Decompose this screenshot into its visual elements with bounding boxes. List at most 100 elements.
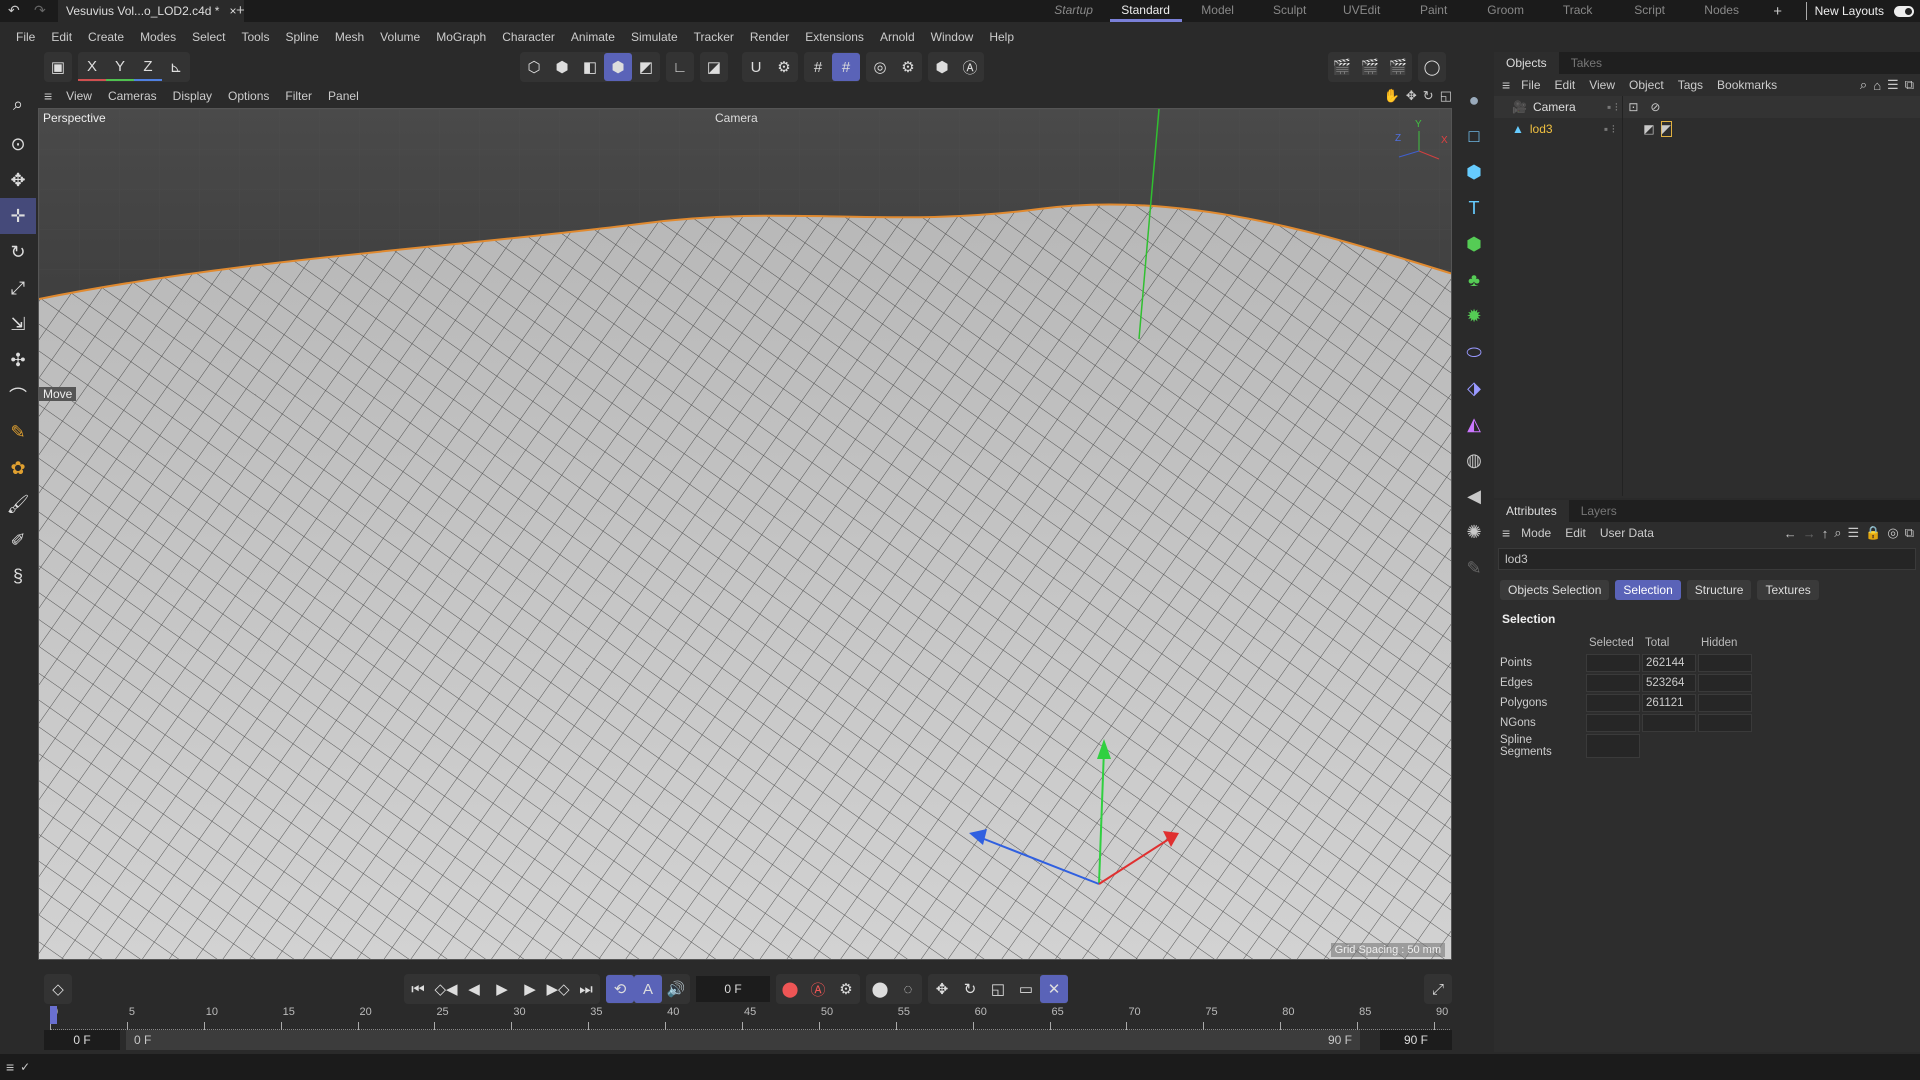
filter-icon[interactable]: ☰ — [1887, 77, 1899, 93]
tab-objects[interactable]: Objects — [1494, 52, 1559, 74]
file-tab[interactable]: Vesuvius Vol...o_LOD2.c4d * × — [58, 0, 245, 22]
redshift-icon[interactable]: ◯ — [1418, 53, 1446, 81]
active-camera-label[interactable]: Camera — [715, 111, 758, 125]
search-icon[interactable]: ⌕ — [1834, 525, 1841, 541]
prev-key-icon[interactable]: ◇◀ — [432, 975, 460, 1003]
null-object-icon[interactable]: ● — [1458, 82, 1490, 118]
protection-tag-icon[interactable]: ⊘ — [1650, 100, 1660, 114]
pan-icon[interactable]: ✋ — [1384, 88, 1400, 104]
layout-tab-standard[interactable]: Standard — [1109, 0, 1182, 22]
menu-mesh[interactable]: Mesh — [327, 30, 372, 44]
layout-tab-script[interactable]: Script — [1614, 0, 1686, 22]
new-window-icon[interactable]: ⧉ — [1905, 525, 1914, 541]
menu-spline[interactable]: Spline — [277, 30, 326, 44]
layout-tab-sculpt[interactable]: Sculpt — [1254, 0, 1326, 22]
viewport-hamburger-icon[interactable]: ≡ — [38, 88, 58, 104]
loop-icon[interactable]: ⟲ — [606, 975, 634, 1003]
snap-settings-icon[interactable]: ⚙ — [770, 53, 798, 81]
subtab-selection[interactable]: Selection — [1615, 580, 1681, 600]
go-to-start-icon[interactable]: ⏮ — [404, 975, 432, 1003]
menu-arnold[interactable]: Arnold — [872, 30, 923, 44]
objects-menu-tags[interactable]: Tags — [1671, 78, 1710, 92]
edit-render-settings-icon[interactable]: 🎬 — [1384, 53, 1412, 81]
y-axis-lock[interactable]: Y — [106, 53, 134, 81]
menu-window[interactable]: Window — [923, 30, 982, 44]
up-icon[interactable]: ↑ — [1822, 526, 1829, 541]
lasso-icon[interactable]: ⌒ — [0, 378, 36, 414]
viewport-menu-display[interactable]: Display — [165, 89, 220, 103]
tab-attributes[interactable]: Attributes — [1494, 500, 1569, 522]
magnet-icon[interactable]: § — [0, 558, 36, 594]
text-icon[interactable]: T — [1458, 190, 1490, 226]
subtab-structure[interactable]: Structure — [1686, 580, 1752, 600]
layout-tab-groom[interactable]: Groom — [1470, 0, 1542, 22]
edges-mode-icon[interactable]: ⬢ — [548, 53, 576, 81]
render-settings-icon[interactable]: ⚙ — [894, 53, 922, 81]
maximize-view-icon[interactable]: ◱ — [1440, 88, 1452, 104]
object-mode-icon[interactable]: ⬢ — [604, 53, 632, 81]
home-icon[interactable]: ⌂ — [1873, 78, 1881, 93]
viewport-menu-filter[interactable]: Filter — [277, 89, 320, 103]
menu-volume[interactable]: Volume — [372, 30, 428, 44]
layout-tab-startup[interactable]: Startup — [1038, 0, 1110, 22]
menu-animate[interactable]: Animate — [563, 30, 623, 44]
menu-select[interactable]: Select — [184, 30, 233, 44]
3d-viewport[interactable]: Perspective Camera Move Y Z X Grid Spaci… — [38, 108, 1452, 960]
layout-tab-paint[interactable]: Paint — [1398, 0, 1470, 22]
layout-tab-model[interactable]: Model — [1182, 0, 1254, 22]
object-row-lod3[interactable]: ▲ lod3 ▪ ⁝ ◩ ◤ — [1494, 118, 1920, 140]
move-view-icon[interactable]: ✥ — [1406, 88, 1417, 104]
axis-mode-icon[interactable]: ∟ — [666, 53, 694, 81]
start-frame-field[interactable]: 0 F — [44, 1030, 120, 1050]
menu-edit[interactable]: Edit — [43, 30, 80, 44]
menu-render[interactable]: Render — [742, 30, 797, 44]
curve-editor-icon[interactable]: ⤢ — [1424, 974, 1452, 1004]
camera-object-icon[interactable]: ◀ — [1458, 478, 1490, 514]
orbit-icon[interactable]: ↻ — [1423, 88, 1434, 104]
tab-layers[interactable]: Layers — [1569, 500, 1629, 522]
forward-icon[interactable]: → — [1803, 526, 1816, 541]
uv-mode-icon[interactable]: ◩ — [632, 53, 660, 81]
objects-menu-object[interactable]: Object — [1622, 78, 1671, 92]
play-icon[interactable]: ▶ — [488, 975, 516, 1003]
keyframe-icon[interactable]: ◇ — [44, 974, 72, 1004]
light-icon[interactable]: ✺ — [1458, 514, 1490, 550]
sound-icon[interactable]: 🔊 — [662, 975, 690, 1003]
placement-tool-icon[interactable]: ✣ — [0, 342, 36, 378]
current-frame-field[interactable]: 0 F — [696, 976, 770, 1002]
target-icon[interactable]: ◎ — [1887, 525, 1898, 541]
field-icon[interactable]: ⬗ — [1458, 370, 1490, 406]
objects-hamburger-icon[interactable]: ≡ — [1502, 77, 1510, 93]
points-mode-icon[interactable]: ⬡ — [520, 53, 548, 81]
timeline-ruler[interactable]: 051015202530354045505560657075808590 — [50, 1006, 1450, 1030]
back-icon[interactable]: ← — [1784, 526, 1797, 541]
lock-icon[interactable]: 🔒 — [1865, 525, 1881, 541]
animation-mode-icon[interactable]: A — [634, 975, 662, 1003]
new-tab-button[interactable]: + — [236, 2, 245, 19]
rotate-tool-icon[interactable]: ↻ — [0, 234, 36, 270]
attributes-hamburger-icon[interactable]: ≡ — [1502, 525, 1510, 541]
undo-icon[interactable]: ↶ — [8, 2, 20, 19]
viewport-solo-icon[interactable]: ⬢ — [928, 53, 956, 81]
viewport-menu-cameras[interactable]: Cameras — [100, 89, 165, 103]
range-slider[interactable]: 0 F 90 F — [126, 1030, 1360, 1050]
auto-icon[interactable]: Ⓐ — [956, 53, 984, 81]
next-key-icon[interactable]: ▶◇ — [544, 975, 572, 1003]
add-layout-button[interactable]: + — [1758, 3, 1798, 20]
playhead[interactable] — [50, 1006, 57, 1024]
motion-icon[interactable]: ⬤ — [866, 975, 894, 1003]
autokey-icon[interactable]: Ⓐ — [804, 975, 832, 1003]
workplane-lock-icon[interactable]: # — [832, 53, 860, 81]
object-row-camera[interactable]: 🎥 Camera ▪ ⁝ ⊡ ⊘ — [1494, 96, 1920, 118]
search-icon[interactable]: ⌕ — [0, 86, 36, 122]
menu-create[interactable]: Create — [80, 30, 132, 44]
redo-icon[interactable]: ↷ — [34, 2, 46, 19]
sculpt-icon[interactable]: ✿ — [0, 450, 36, 486]
key-settings-icon[interactable]: ⚙ — [832, 975, 860, 1003]
tab-takes[interactable]: Takes — [1559, 52, 1614, 74]
selection-tool-icon[interactable]: ⊙ — [0, 126, 36, 162]
transform-tool-icon[interactable]: ⇲ — [0, 306, 36, 342]
viewport-menu-options[interactable]: Options — [220, 89, 277, 103]
menu-simulate[interactable]: Simulate — [623, 30, 686, 44]
snap-icon[interactable]: U — [742, 53, 770, 81]
